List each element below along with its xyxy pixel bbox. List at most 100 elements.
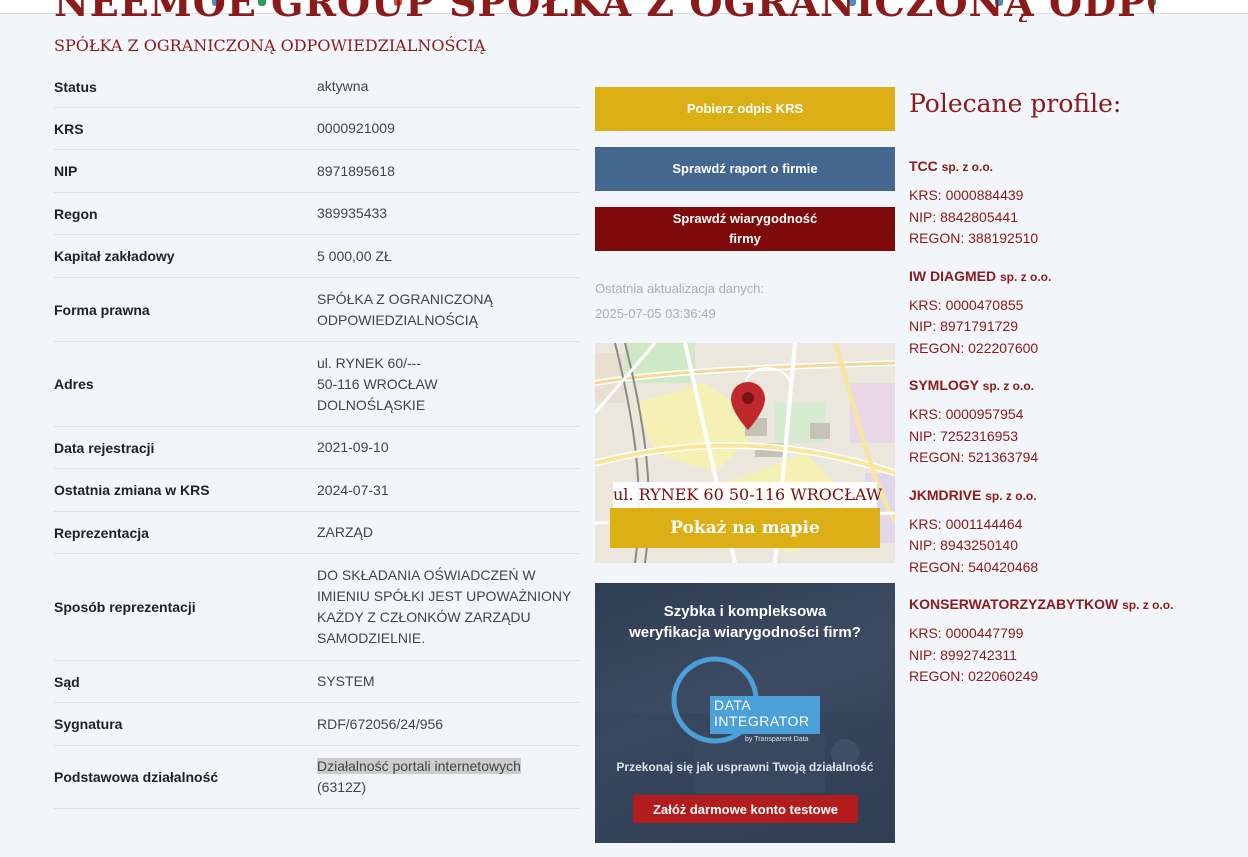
profile-list: TCC sp. z o.o. KRS: 0000884439 NIP: 884280… — [909, 157, 1229, 688]
detail-label: Data rejestracji — [54, 439, 155, 456]
last-update-timestamp: 2025-07-05 03:36:49 — [595, 306, 716, 321]
detail-value-text: 5 000,00 ZŁ — [317, 247, 392, 264]
detail-value: ZARZĄD — [317, 522, 580, 543]
show-on-map-button[interactable]: Pokaż na mapie — [610, 508, 880, 548]
detail-value-line: 2024-07-31 — [317, 480, 580, 501]
profile-regon: REGON: 540420468 — [909, 558, 1039, 575]
data-integrator-logo-text: DATA INTEGRATOR — [714, 697, 820, 729]
detail-value-line: 389935433 — [317, 203, 580, 224]
free-trial-button[interactable]: Załóż darmowe konto testowe — [633, 795, 858, 823]
detail-label: Sygnatura — [54, 716, 123, 732]
detail-label: KRS — [54, 120, 84, 137]
check-credibility-button[interactable]: Sprawdź wiarygodność firmy — [595, 207, 895, 251]
detail-row: Kapitał zakładowy 5 000,00 ZŁ — [54, 235, 580, 278]
profile-name: TCC — [909, 158, 938, 174]
detail-value-text: DO SKŁADANIA OŚWIADCZEŃ W — [317, 567, 536, 583]
last-update-label: Ostatnia aktualizacja danych: — [595, 281, 765, 296]
detail-row: Forma prawna SPÓŁKA Z OGRANICZONĄ ODPOWIED… — [54, 278, 580, 342]
detail-value-text: ul. RYNEK 60/--- — [317, 354, 421, 371]
profile-legal-form: sp. z o.o. — [1122, 598, 1174, 612]
map-pin-icon — [731, 382, 765, 430]
download-krs-button[interactable]: Pobierz odpis KRS — [595, 87, 895, 131]
detail-value-text: 8971895618 — [317, 162, 395, 179]
detail-value-text: (6312Z) — [317, 779, 367, 795]
profile-name-link[interactable]: TCC sp. z o.o. — [909, 157, 1229, 176]
ad-subtitle: Przekonaj się jak usprawni Twoją działal… — [616, 760, 874, 774]
detail-value-line: IMIENIU SPÓŁKI JEST UPOWAŻNIONY — [317, 586, 580, 607]
detail-label: Status — [54, 78, 97, 95]
detail-value-line: ul. RYNEK 60/--- — [317, 353, 580, 374]
recommended-profile[interactable]: TCC sp. z o.o. KRS: 0000884439 NIP: 884280… — [909, 157, 1229, 250]
profile-name: IW DIAGMED — [909, 267, 997, 284]
detail-value-line: ZARZĄD — [317, 522, 580, 543]
detail-row: NIP 8971895618 — [54, 150, 580, 193]
profile-name-link[interactable]: IW DIAGMED sp. z o.o. — [909, 267, 1229, 286]
detail-value-line: DO SKŁADANIA OŚWIADCZEŃ W — [317, 565, 580, 586]
detail-row: Sygnatura RDF/672056/24/956 — [54, 703, 580, 746]
detail-row: Data rejestracji 2021-09-10 — [54, 427, 580, 469]
profile-regon: REGON: 388192510 — [909, 230, 1039, 246]
last-update: Ostatnia aktualizacja danych: 2025-07-05… — [595, 276, 895, 326]
detail-row: Status aktywna — [54, 66, 580, 108]
detail-row: KRS 0000921009 — [54, 108, 580, 150]
detail-value: ul. RYNEK 60/--- 50-116 WROCŁAW DOLNOŚLĄSK… — [317, 353, 580, 416]
ad-title-line2: weryfikacja wiarygodności firm? — [629, 624, 861, 641]
recommended-profile[interactable]: JKMDRIVE sp. z o.o. KRS: 0001144464 NIP: 8… — [909, 486, 1229, 579]
detail-value-text: ZARZĄD — [317, 524, 373, 540]
detail-row: Regon 389935433 — [54, 193, 580, 235]
detail-value: SYSTEM — [317, 671, 580, 692]
profile-name: KONSERWATORZYZABYTKOW — [909, 596, 1119, 612]
detail-label: Kapitał zakładowy — [54, 248, 175, 264]
detail-value-line: SAMODZIELNIE. — [317, 628, 580, 649]
data-integrator-ad[interactable]: Szybka i kompleksowa weryfikacja wiarygo… — [595, 583, 895, 843]
detail-value-line: 5 000,00 ZŁ — [317, 246, 580, 267]
detail-row: Ostatnia zmiana w KRS 2024-07-31 — [54, 469, 580, 512]
profile-legal-form: sp. z o.o. — [982, 379, 1034, 393]
profile-regon: REGON: 521363794 — [909, 449, 1039, 465]
ad-title-line1: Szybka i kompleksowa — [663, 603, 827, 620]
detail-value: 389935433 — [317, 203, 580, 224]
recommended-profile[interactable]: SYMLOGY sp. z o.o. KRS: 0000957954 NIP: 72… — [909, 376, 1229, 469]
detail-value-line: SYSTEM — [317, 671, 580, 692]
profile-nip: NIP: 8943250140 — [909, 537, 1018, 553]
detail-label: Forma prawna — [54, 301, 150, 318]
detail-value-line: Działalność portali internetowych — [317, 756, 580, 777]
company-form-heading: SPÓŁKA Z OGRANICZONĄ ODPOWIEDZIALNOŚCIĄ — [54, 36, 486, 55]
detail-value: 8971895618 — [317, 161, 580, 182]
profile-name-link[interactable]: JKMDRIVE sp. z o.o. — [909, 486, 1229, 505]
detail-value-line: DOLNOŚLĄSKIE — [317, 395, 580, 416]
detail-value: 2021-09-10 — [317, 437, 580, 458]
detail-value-text: 50-116 WROCŁAW — [317, 375, 438, 392]
recommended-title: Polecane profile: — [909, 89, 1122, 118]
location-map[interactable]: ul. RYNEK 60 50-116 WROCŁAW Pokaż na map… — [595, 343, 895, 563]
recommended-profile[interactable]: IW DIAGMED sp. z o.o. KRS: 0000470855 NIP:… — [909, 267, 1229, 360]
profile-krs: KRS: 0000884439 — [909, 187, 1024, 203]
profile-legal-form: sp. z o.o. — [941, 160, 994, 174]
profile-name: SYMLOGY — [909, 377, 979, 393]
ad-title: Szybka i kompleksowa weryfikacja wiarygo… — [595, 601, 895, 643]
detail-label: Podstawowa działalność — [54, 769, 219, 785]
detail-value-text: 0000921009 — [317, 120, 395, 136]
profile-krs: KRS: 0001144464 — [909, 515, 1023, 532]
logo-line2: INTEGRATOR — [714, 713, 810, 729]
profile-regon: REGON: 022207600 — [909, 339, 1039, 356]
profile-krs: KRS: 0000470855 — [909, 296, 1024, 313]
logo-subtitle: by Transparent Data — [745, 736, 809, 743]
detail-value-text: 2021-09-10 — [317, 439, 389, 455]
detail-value-line: 50-116 WROCŁAW — [317, 374, 580, 395]
profile-regon: REGON: 022060249 — [909, 668, 1039, 684]
detail-value-text: 2024-07-31 — [317, 481, 389, 498]
check-report-button[interactable]: Sprawdź raport o firmie — [595, 147, 895, 191]
detail-value-line: aktywna — [317, 76, 580, 97]
detail-row: Podstawowa działalność Działalność portal… — [54, 746, 580, 809]
profile-name-link[interactable]: SYMLOGY sp. z o.o. — [909, 376, 1229, 395]
profile-name-link[interactable]: KONSERWATORZYZABYTKOW sp. z o.o. — [909, 595, 1229, 614]
detail-row: Sąd SYSTEM — [54, 661, 580, 703]
detail-label: Ostatnia zmiana w KRS — [54, 482, 210, 498]
detail-value-text: SYSTEM — [317, 673, 375, 689]
profile-krs: KRS: 0000447799 — [909, 625, 1024, 641]
profile-nip: NIP: 8971791729 — [909, 318, 1018, 334]
company-name: NEEMOE GROUP SPÓŁKA Z OGRANICZONĄ ODPOWI… — [54, 0, 1154, 22]
recommended-profile[interactable]: KONSERWATORZYZABYTKOW sp. z o.o. KRS: 000… — [909, 595, 1229, 688]
detail-value-line: 8971895618 — [317, 161, 580, 182]
